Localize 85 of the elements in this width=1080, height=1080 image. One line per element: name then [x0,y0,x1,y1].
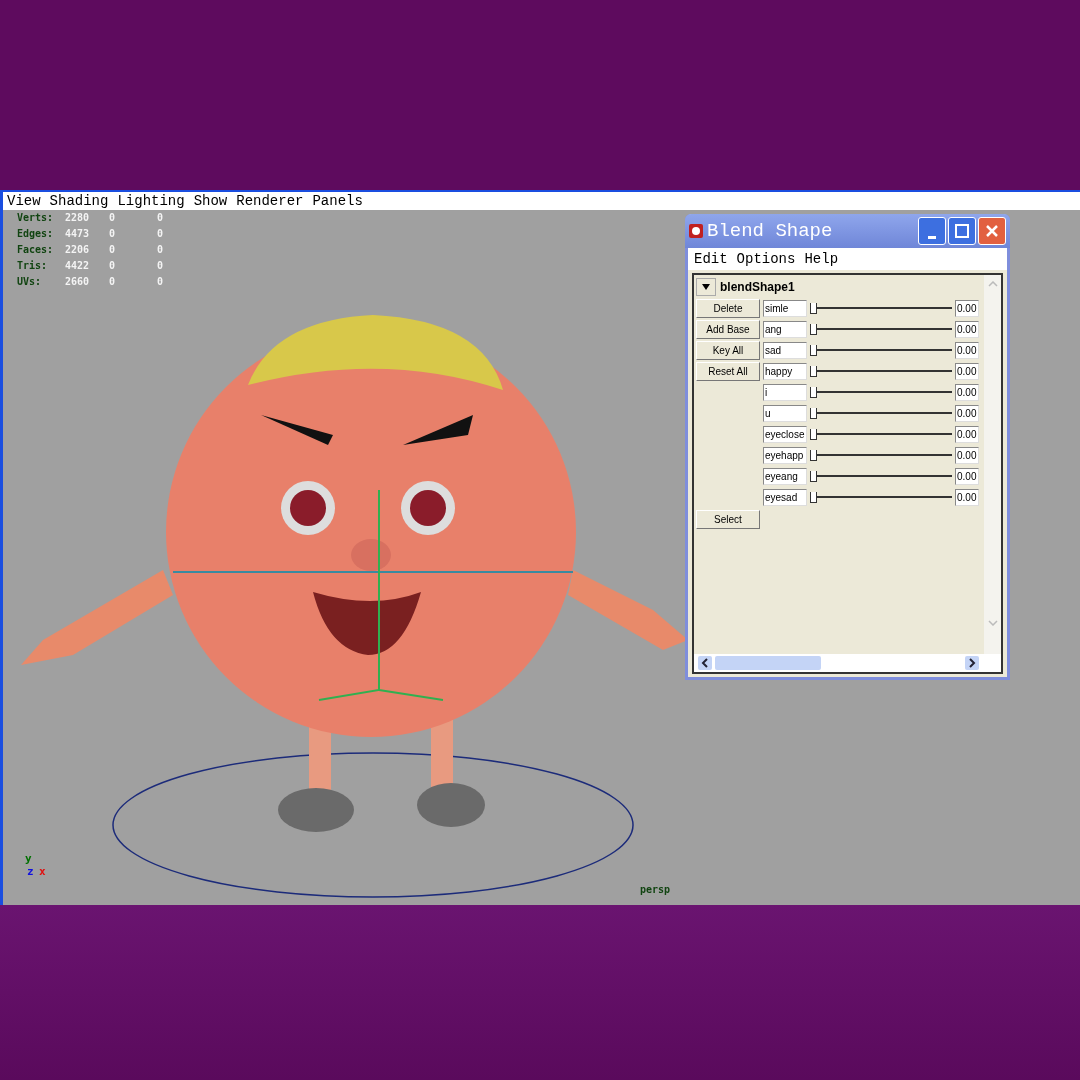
action-button[interactable]: Delete [696,299,760,318]
scroll-down-icon [987,620,998,626]
stat-value: 0 [109,260,117,271]
target-name-field[interactable]: i [763,384,807,401]
weight-slider[interactable] [810,468,952,485]
stat-value: 4473 [65,228,91,239]
weight-slider[interactable] [810,384,952,401]
horizontal-scrollbar[interactable] [692,654,1003,674]
stat-value: 0 [109,276,117,287]
weight-slider[interactable] [810,321,952,338]
weight-field[interactable]: 0.00 [955,300,979,317]
target-name-field[interactable]: eyeang [763,468,807,485]
menu-item[interactable]: Shading [49,193,109,209]
stat-label: Edges: [17,228,55,239]
action-button[interactable]: Add Base [696,320,760,339]
weight-field[interactable]: 0.00 [955,342,979,359]
stat-label: Faces: [17,244,55,255]
stat-value: 0 [109,244,117,255]
stat-value: 0 [157,260,165,271]
minimize-button[interactable] [918,217,946,245]
axis-label: y [25,852,32,865]
target-name-field[interactable]: simle [763,300,807,317]
target-name-field[interactable]: happy [763,363,807,380]
menu-item[interactable]: Renderer [236,193,304,209]
target-name-field[interactable]: sad [763,342,807,359]
menu-item[interactable]: Edit [694,251,728,267]
weight-field[interactable]: 0.00 [955,363,979,380]
stat-value: 4422 [65,260,91,271]
weight-slider[interactable] [810,405,952,422]
stat-label: Tris: [17,260,49,271]
close-icon [985,224,999,238]
vertical-scrollbar[interactable] [984,275,1001,654]
weight-field[interactable]: 0.00 [955,468,979,485]
weight-field[interactable]: 0.00 [955,447,979,464]
scroll-right-icon [965,656,979,670]
stat-label: UVs: [17,276,43,287]
stat-value: 2280 [65,212,91,223]
menu-item[interactable]: Help [804,251,839,267]
stat-value: 0 [157,212,165,223]
stat-value: 0 [157,244,165,255]
axis-label: x [39,865,46,878]
stat-value: 0 [157,228,165,239]
target-name-field[interactable]: eyehapp [763,447,807,464]
stat-value: 0 [157,276,165,287]
maximize-button[interactable] [948,217,976,245]
stat-value: 2660 [65,276,91,287]
close-button[interactable] [978,217,1006,245]
menu-item[interactable]: Lighting [117,193,185,209]
weight-slider[interactable] [810,300,952,317]
weight-field[interactable]: 0.00 [955,405,979,422]
scroll-left-icon [698,656,712,670]
stat-label: Verts: [17,212,55,223]
caret-icon [702,284,710,290]
target-name-field[interactable]: eyesad [763,489,807,506]
axis-label: z [27,865,34,878]
menu-item[interactable]: Show [193,193,228,209]
menu-item[interactable]: Options [736,251,796,267]
app-icon [689,224,703,238]
scroll-up-icon [987,281,998,287]
weight-slider[interactable] [810,489,952,506]
weight-slider[interactable] [810,363,952,380]
action-button[interactable]: Reset All [696,362,760,381]
target-name-field[interactable]: ang [763,321,807,338]
select-button[interactable]: Select [696,510,760,529]
action-button[interactable]: Key All [696,341,760,360]
maximize-icon [955,224,969,238]
stat-value: 0 [109,212,117,223]
camera-label: persp [640,884,671,895]
target-name-field[interactable]: eyeclose [763,426,807,443]
target-name-field[interactable]: u [763,405,807,422]
menu-item[interactable]: Panels [312,193,363,209]
weight-slider[interactable] [810,426,952,443]
weight-field[interactable]: 0.00 [955,489,979,506]
expand-toggle[interactable] [696,278,716,296]
weight-field[interactable]: 0.00 [955,426,979,443]
node-name: blendShape1 [720,280,795,294]
weight-field[interactable]: 0.00 [955,321,979,338]
menu-item[interactable]: View [7,193,41,209]
window-title: Blend Shape [707,220,834,242]
weight-slider[interactable] [810,342,952,359]
stat-value: 0 [109,228,117,239]
weight-field[interactable]: 0.00 [955,384,979,401]
stat-value: 2206 [65,244,91,255]
weight-slider[interactable] [810,447,952,464]
minimize-icon [928,235,936,239]
